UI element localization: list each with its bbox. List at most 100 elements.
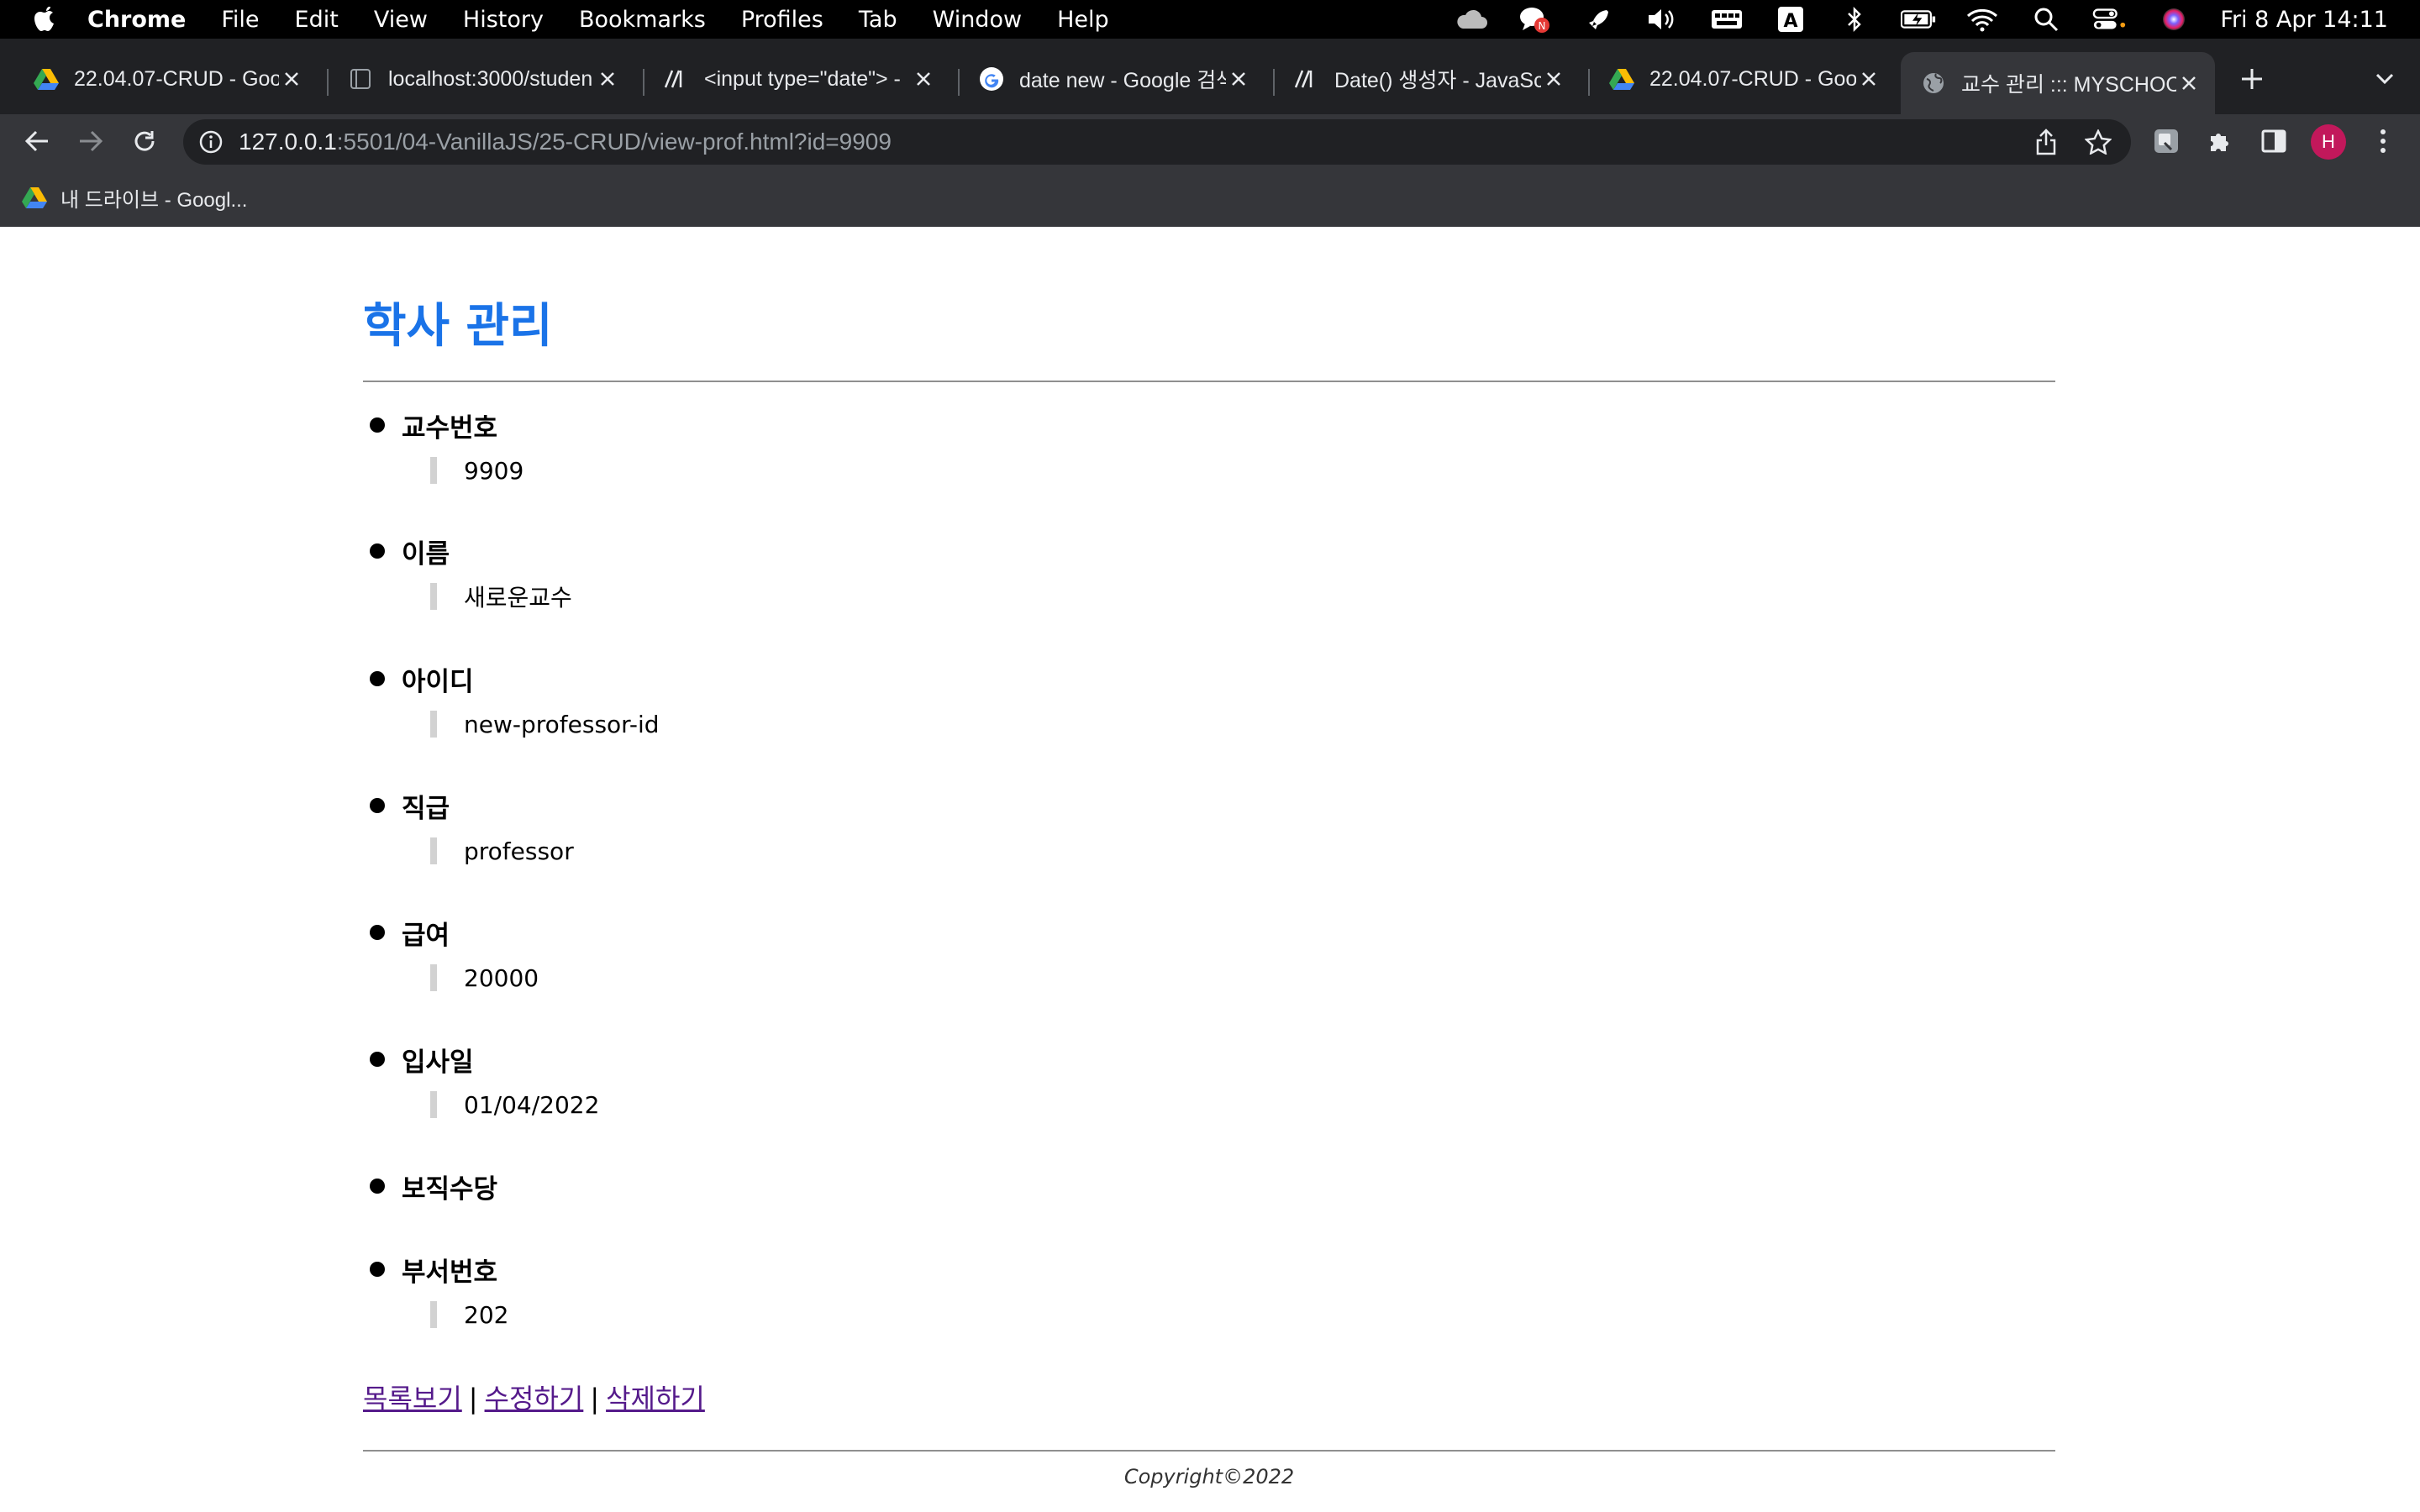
siri-icon[interactable]: [2156, 0, 2191, 39]
menu-file[interactable]: File: [221, 7, 259, 33]
site-info-icon[interactable]: [197, 128, 225, 156]
share-icon[interactable]: [2032, 128, 2060, 156]
google-icon: [979, 66, 1004, 92]
field-label: 입사일: [402, 1047, 474, 1078]
url-path: :5501/04-VanillaJS/25-CRUD/view-prof.htm…: [336, 129, 892, 155]
tab-google-search[interactable]: date new - Google 검색: [959, 50, 1265, 108]
tab-search-chevron-down-icon[interactable]: [2368, 62, 2402, 96]
reload-icon[interactable]: [126, 123, 163, 160]
menu-profiles[interactable]: Profiles: [741, 7, 823, 33]
tab-title: <input type="date"> -: [704, 66, 901, 91]
spotlight-icon[interactable]: [2028, 0, 2064, 39]
tab-title: 교수 관리 ::: MYSCHOOL: [1961, 73, 2176, 97]
value-marker: [430, 583, 437, 610]
extensions-puzzle-icon[interactable]: [2202, 123, 2238, 160]
globe-icon: [1921, 71, 1946, 96]
footer-copyright: Copyright©2022: [1123, 1465, 1295, 1488]
side-panel-icon[interactable]: [2255, 123, 2292, 160]
google-drive-icon: [34, 66, 59, 92]
field-value: 01/04/2022: [464, 1090, 600, 1119]
field-value: 202: [464, 1300, 509, 1329]
bluetooth-icon[interactable]: [1837, 0, 1872, 39]
action-links: 목록보기 | 수정하기 | 삭제하기: [363, 1378, 705, 1416]
chat-icon[interactable]: N: [1518, 0, 1553, 39]
cloud-icon[interactable]: [1454, 0, 1489, 39]
field-name: 이름 새로운교수: [363, 533, 1876, 612]
bookmark-star-icon[interactable]: [2084, 128, 2112, 156]
new-tab-plus-icon[interactable]: [2235, 62, 2269, 96]
bookmark-label: 내 드라이브 - Googl...: [60, 188, 248, 212]
macos-menubar: Chrome File Edit View History Bookmarks …: [0, 0, 2420, 39]
tab-mdn-date-constructor[interactable]: Date() 생성자 - JavaSc: [1274, 50, 1580, 108]
address-bar[interactable]: 127.0.0.1:5501/04-VanillaJS/25-CRUD/view…: [183, 119, 2131, 165]
value-marker: [430, 1091, 437, 1118]
tab-title: date new - Google 검색: [1019, 69, 1226, 92]
input-source-icon[interactable]: A: [1773, 0, 1808, 39]
menubar-datetime[interactable]: Fri 8 Apr 14:11: [2220, 7, 2388, 33]
tab-drive-crud-1[interactable]: 22.04.07-CRUD - Goo: [13, 50, 318, 108]
field-value: 9909: [464, 456, 524, 485]
wifi-icon[interactable]: [1965, 0, 2000, 39]
rocket-icon[interactable]: [1581, 0, 1617, 39]
bullet-icon: [370, 417, 385, 433]
more-vertical-icon[interactable]: [2365, 123, 2402, 160]
close-icon[interactable]: [1226, 66, 1251, 92]
value-marker: [430, 964, 437, 991]
svg-text:A: A: [1784, 11, 1798, 32]
bullet-icon: [370, 671, 385, 686]
list-link[interactable]: 목록보기: [363, 1383, 462, 1415]
forward-arrow-icon[interactable]: [72, 123, 109, 160]
close-icon[interactable]: [911, 66, 936, 92]
tab-drive-crud-2[interactable]: 22.04.07-CRUD - Goo: [1589, 50, 1895, 108]
tab-localhost[interactable]: localhost:3000/studen: [328, 50, 634, 108]
field-value: 새로운교수: [464, 584, 572, 612]
back-arrow-icon[interactable]: [18, 123, 55, 160]
close-icon[interactable]: [595, 66, 620, 92]
mdn-icon: [1294, 66, 1319, 92]
browser-toolbar: 127.0.0.1:5501/04-VanillaJS/25-CRUD/view…: [0, 114, 2420, 168]
bookmark-google-drive[interactable]: 내 드라이브 - Googl...: [22, 180, 247, 215]
menu-app-name[interactable]: Chrome: [87, 7, 186, 33]
field-hire-date: 입사일 01/04/2022: [363, 1041, 1876, 1120]
field-label: 보직수당: [402, 1173, 498, 1205]
field-value: new-professor-id: [464, 710, 660, 738]
page-title: 학사 관리: [363, 299, 553, 354]
field-professor-number: 교수번호 9909: [363, 407, 1876, 486]
close-icon[interactable]: [1541, 66, 1566, 92]
apple-menu-icon[interactable]: [25, 0, 64, 39]
field-allowance: 보직수당: [363, 1168, 1876, 1205]
field-salary: 급여 20000: [363, 914, 1876, 993]
field-label: 급여: [402, 920, 450, 951]
address-bar-url[interactable]: 127.0.0.1:5501/04-VanillaJS/25-CRUD/view…: [239, 119, 892, 165]
menu-help[interactable]: Help: [1057, 7, 1109, 33]
menu-tab[interactable]: Tab: [859, 7, 897, 33]
delete-link[interactable]: 삭제하기: [606, 1383, 705, 1415]
field-label: 부서번호: [402, 1257, 498, 1288]
tab-title: Date() 생성자 - JavaSc: [1334, 69, 1541, 92]
edit-link[interactable]: 수정하기: [485, 1383, 584, 1415]
tab-title: 22.04.07-CRUD - Goo: [74, 66, 279, 91]
bookmarks-bar: 내 드라이브 - Googl...: [0, 168, 2420, 228]
close-icon[interactable]: [1856, 66, 1881, 92]
volume-icon[interactable]: [1645, 0, 1681, 39]
field-label: 아이디: [402, 666, 474, 697]
menu-edit[interactable]: Edit: [295, 7, 339, 33]
control-center-icon[interactable]: [2092, 0, 2128, 39]
keyboard-icon[interactable]: [1709, 0, 1744, 39]
link-separator: |: [468, 1383, 478, 1415]
close-icon[interactable]: [279, 66, 304, 92]
bullet-icon: [370, 1179, 385, 1194]
extension-app-icon[interactable]: [2148, 123, 2185, 160]
bullet-icon: [370, 1262, 385, 1277]
tab-mdn-input-date[interactable]: <input type="date"> -: [644, 50, 950, 108]
tab-professor-view-active[interactable]: 교수 관리 ::: MYSCHOOL: [1901, 52, 2215, 114]
google-drive-icon: [1609, 66, 1634, 92]
battery-icon[interactable]: [1901, 0, 1936, 39]
menu-window[interactable]: Window: [933, 7, 1022, 33]
close-icon[interactable]: [2176, 71, 2202, 96]
profile-avatar[interactable]: H: [2311, 124, 2346, 160]
menu-bookmarks[interactable]: Bookmarks: [579, 7, 706, 33]
menu-history[interactable]: History: [463, 7, 544, 33]
menu-view[interactable]: View: [374, 7, 428, 33]
value-marker: [430, 837, 437, 864]
